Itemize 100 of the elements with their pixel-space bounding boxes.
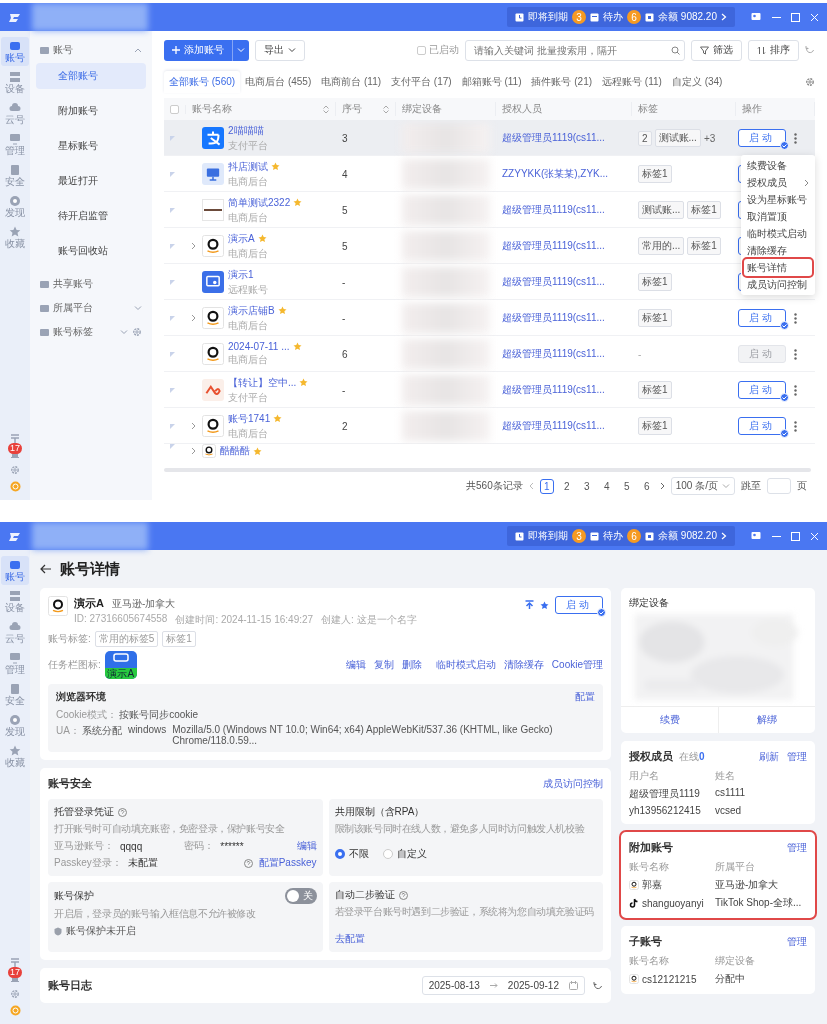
tag: 标签1	[638, 417, 672, 435]
panel-title: 浏览器环境	[56, 690, 106, 704]
platform-label: 电商后台	[228, 174, 269, 189]
column-header: 账号名称	[629, 860, 670, 874]
radio-label: 自定义	[396, 847, 427, 861]
nav-group-label: 账号标签	[53, 325, 94, 339]
table-cell-text: 超级管理员1119	[629, 787, 701, 801]
table-cell: 6	[342, 348, 348, 360]
checkbox-label: 已启动	[429, 43, 459, 57]
table-cell: 4	[342, 168, 348, 180]
tag: 测试账...	[638, 201, 685, 219]
field-label: 密码：	[184, 839, 215, 853]
meta-text: ID: 27316605674558	[74, 613, 168, 626]
tag: 标签1	[638, 273, 672, 291]
field-value: windows	[127, 724, 167, 737]
status-text: 账号保护未开启	[66, 924, 136, 938]
platform-label: 电商后台	[228, 426, 269, 441]
tag: 常用的...	[638, 237, 685, 255]
account-name: 演示A	[74, 596, 104, 611]
platform-label: 支付平台	[228, 138, 268, 153]
field-value: Mozilla/5.0 (Windows NT 10.0; Win64; x64) AppleWebKit/537.36 (KHTML, like Gecko) Chrome/118.0.59...	[172, 724, 554, 746]
table-cell: 郭嘉	[642, 878, 662, 892]
count-badge: 6	[627, 10, 642, 24]
column-header: 标签	[638, 102, 659, 116]
table-cell: shanguoyanyi	[642, 897, 704, 909]
card-title: 账号日志	[48, 978, 92, 993]
count-badge: 3	[572, 529, 587, 543]
page-title: 账号详情	[60, 559, 120, 579]
column-header: 姓名	[715, 769, 736, 783]
table-cell: -	[342, 312, 346, 324]
column-header: 绑定设备	[715, 954, 756, 968]
card-title: 授权成员	[629, 749, 673, 764]
end-date: 2025-09-12	[507, 980, 559, 991]
field-label: UA：	[56, 724, 80, 738]
table-cell: 5	[342, 204, 348, 216]
table-cell-text: yh13956212415	[629, 805, 702, 816]
table-cell: 5	[342, 240, 348, 252]
panel-title: 共用限制（含RPA）	[334, 805, 425, 819]
table-cell: -	[342, 276, 346, 288]
field-value: 未配置	[127, 856, 158, 870]
field-value: 按账号同步cookie	[119, 708, 199, 722]
table-cell-text: 亚马逊-加拿大	[715, 878, 780, 892]
tag: 常用的标签5	[94, 631, 159, 647]
count-badge: 3	[572, 10, 587, 24]
tag: 标签1	[638, 165, 672, 183]
table-cell-text: 分配中	[715, 972, 746, 986]
column-header: 用户名	[629, 769, 660, 783]
platform-label: 亚马逊-加拿大	[111, 597, 176, 611]
column-header: 账号名称	[629, 954, 670, 968]
field-label: 任务栏图标:	[48, 658, 101, 672]
count-badge: 17	[8, 443, 22, 454]
platform-label: 电商后台	[228, 210, 269, 225]
column-header: 账号名称	[192, 102, 233, 116]
table-cell: 3	[342, 132, 348, 144]
field-label: Cookie模式：	[56, 708, 118, 722]
record-count: 共560条记录	[466, 479, 523, 493]
tag: 标签1	[162, 631, 196, 647]
field-label: 亚马逊账号：	[54, 839, 114, 853]
tag: 测试账...	[654, 129, 701, 147]
column-header: 绑定设备	[402, 102, 443, 116]
platform-label: 电商后台	[228, 353, 269, 367]
panel-description: 限制该账号同时在线人数，避免多人同时访问触发人机校验	[334, 822, 586, 836]
column-header: 操作	[742, 102, 763, 116]
nav-group-label: 共享账号	[53, 277, 94, 291]
card-title: 子账号	[629, 934, 662, 949]
more-count: +3	[703, 132, 716, 144]
table-cell: -	[342, 384, 346, 396]
table-cell: -	[638, 348, 642, 360]
count-badge: 17	[8, 967, 22, 978]
tag: 标签1	[638, 309, 672, 327]
radio-label: 不限	[348, 847, 369, 861]
tag: 标签1	[687, 201, 721, 219]
nav-group-label: 所属平台	[53, 301, 94, 315]
table-cell-text: cs1111	[715, 787, 747, 800]
meta-text: 创建时间: 2024-11-15 16:49:27	[175, 613, 314, 627]
field-value: ******	[220, 840, 244, 852]
nav-group-label: 账号	[53, 43, 74, 57]
tag: 2	[638, 130, 652, 146]
start-date: 2025-08-13	[428, 980, 480, 991]
field-value: 系统分配	[81, 724, 122, 738]
column-header: 授权人员	[502, 102, 543, 116]
table-cell: 2	[342, 420, 348, 432]
panel-title: 托管登录凭证	[54, 805, 114, 819]
table-cell-text: TikTok Shop-全球...	[715, 896, 803, 910]
table-cell: cs12121215	[642, 973, 697, 985]
card-title: 账号安全	[48, 776, 92, 791]
panel-description: 打开账号时可自动填充账密，免密登录，保护账号安全	[54, 822, 286, 836]
platform-label: 远程账号	[228, 282, 268, 297]
online-count: 在线0	[679, 750, 705, 764]
platform-label: 电商后台	[228, 318, 269, 333]
tag: 标签1	[687, 237, 721, 255]
card-title: 附加账号	[629, 840, 673, 855]
table-cell-text: vcsed	[715, 805, 743, 816]
panel-title: 自动二步验证	[334, 888, 395, 902]
field-label: Passkey登录：	[54, 856, 122, 870]
platform-label: 支付平台	[228, 390, 269, 405]
icon-label: 演示A	[104, 668, 137, 679]
column-header: 序号	[342, 102, 363, 116]
column-header: 所属平台	[715, 860, 756, 874]
jump-label: 跳至	[741, 479, 761, 493]
